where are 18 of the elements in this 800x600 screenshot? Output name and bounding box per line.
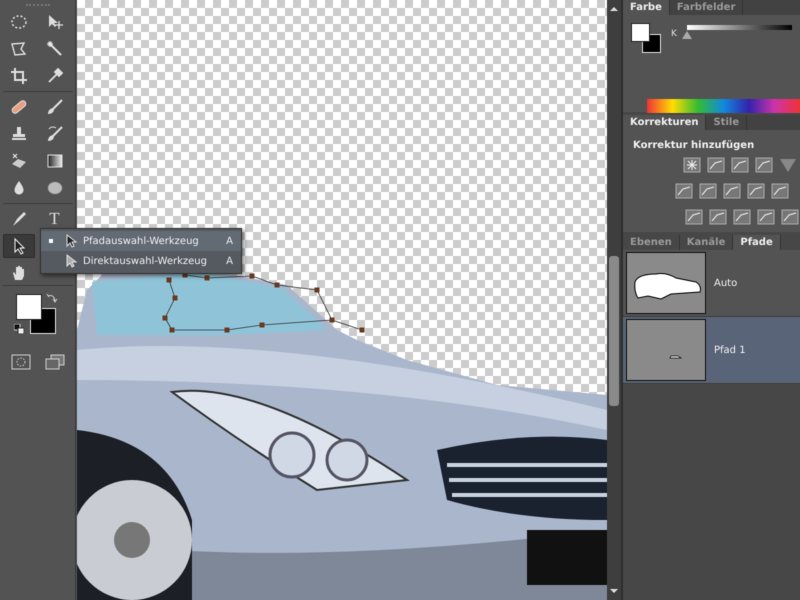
menu-item-label: Direktauswahl-Werkzeug — [83, 256, 208, 266]
panel-tab[interactable]: Farbe — [623, 0, 670, 15]
menu-item-label: Pfadauswahl-Werkzeug — [83, 236, 200, 246]
shortcut-key: A — [226, 256, 233, 266]
panel-heading: Korrektur hinzufügen — [632, 139, 756, 153]
panel-tab[interactable]: Pfade — [733, 235, 781, 250]
menu-item[interactable]: Direktauswahl-Werkzeug A — [41, 251, 241, 271]
panel-tab[interactable]: Korrekturen — [623, 115, 706, 130]
shortcut-key: A — [226, 236, 233, 246]
path-name: Auto — [714, 278, 738, 288]
panel-tab[interactable]: Stile — [706, 115, 748, 130]
path-row[interactable]: Auto — [623, 250, 800, 317]
channel-label: K — [671, 29, 677, 39]
panel-tab[interactable]: Farbfelder — [670, 0, 744, 15]
menu-item[interactable]: Pfadauswahl-Werkzeug A — [41, 231, 241, 251]
path-row[interactable]: Pfad 1 — [623, 317, 800, 384]
type-tool-button[interactable]: T — [38, 207, 70, 231]
path-name: Pfad 1 — [714, 344, 746, 356]
